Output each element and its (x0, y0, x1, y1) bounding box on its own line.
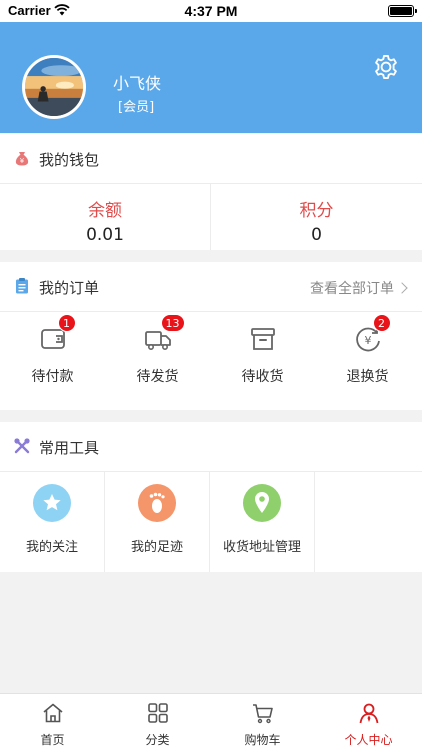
tools-card: 常用工具 我的关注 我的足迹 收货地址管理 (0, 422, 422, 572)
status-bar: Carrier 4:37 PM (0, 0, 422, 22)
tool-label: 我的关注 (25, 540, 78, 555)
footprint-icon (149, 492, 165, 513)
order-pending-shipment[interactable]: 13 待发货 (105, 314, 210, 394)
location-icon (255, 492, 269, 513)
clock: 4:37 PM (184, 3, 238, 19)
star-icon (43, 494, 61, 511)
wallet-title: 我的钱包 (39, 151, 100, 169)
box-icon (250, 328, 275, 350)
points-label: 积分 (299, 201, 334, 221)
category-icon (147, 703, 168, 723)
order-badge: 1 (57, 314, 76, 332)
tab-category[interactable]: 分类 (105, 694, 210, 750)
points-value: 0 (311, 225, 322, 245)
profile-header: Carrier 4:37 PM 小飞侠 [会员] (0, 0, 422, 133)
tab-bar: 首页 分类 购物车 个人中心 (0, 693, 422, 750)
orders-title-row: 我的订单 查看全部订单 (0, 262, 422, 312)
money-bag-icon: ¥ (15, 152, 29, 166)
tool-favorites[interactable]: 我的关注 (0, 472, 105, 572)
tab-label: 首页 (40, 733, 65, 747)
balance-block[interactable]: 余额 0.01 (0, 184, 211, 250)
view-all-orders-link[interactable]: 查看全部订单 (310, 278, 408, 298)
tool-address-management[interactable]: 收货地址管理 (210, 472, 315, 572)
settings-gear-icon[interactable] (372, 53, 400, 81)
user-icon (359, 703, 378, 724)
tools-icon (14, 438, 30, 454)
tool-label: 我的足迹 (130, 540, 183, 555)
order-badge: 13 (160, 314, 185, 332)
order-badge: 2 (372, 314, 391, 332)
svg-text:¥: ¥ (364, 334, 371, 347)
tab-label: 个人中心 (344, 733, 393, 747)
tools-title: 常用工具 (39, 439, 100, 457)
order-label: 待发货 (136, 369, 179, 385)
balance-label: 余额 (88, 201, 122, 221)
clipboard-icon (16, 278, 28, 294)
balance-value: 0.01 (86, 225, 124, 245)
order-pending-receipt[interactable]: 待收货 (210, 324, 315, 394)
avatar-image (25, 58, 83, 116)
battery-icon (388, 5, 417, 17)
points-block[interactable]: 积分 0 (211, 184, 422, 250)
order-returns[interactable]: ¥ 2 退换货 (315, 314, 420, 394)
tool-label: 收货地址管理 (222, 540, 301, 555)
cart-icon (252, 704, 273, 724)
tools-title-row: 常用工具 (0, 422, 422, 472)
order-label: 待付款 (31, 369, 74, 385)
tab-home[interactable]: 首页 (0, 694, 105, 750)
wallet-card: ¥ 我的钱包 余额 0.01 积分 0 (0, 134, 422, 250)
tool-footprints[interactable]: 我的足迹 (105, 472, 210, 572)
view-all-orders-label: 查看全部订单 (310, 281, 394, 297)
tab-profile[interactable]: 个人中心 (315, 694, 422, 750)
chevron-right-icon (396, 282, 408, 294)
order-label: 待收货 (241, 369, 284, 385)
member-badge: [会员] (118, 100, 155, 115)
home-icon (42, 703, 63, 723)
tab-label: 分类 (145, 733, 170, 747)
tool-empty-slot (315, 472, 422, 572)
username: 小飞侠 (113, 74, 162, 93)
svg-text:¥: ¥ (20, 157, 25, 165)
orders-card: 我的订单 查看全部订单 1 待付款 13 待发货 待收货 ¥ 2 退换货 (0, 262, 422, 410)
order-pending-payment[interactable]: 1 待付款 (0, 314, 105, 394)
avatar[interactable] (22, 55, 86, 119)
tab-label: 购物车 (244, 733, 281, 747)
tab-cart[interactable]: 购物车 (210, 694, 315, 750)
wallet-title-row: ¥ 我的钱包 (0, 134, 422, 184)
orders-title: 我的订单 (39, 279, 100, 297)
order-label: 退换货 (346, 369, 389, 385)
